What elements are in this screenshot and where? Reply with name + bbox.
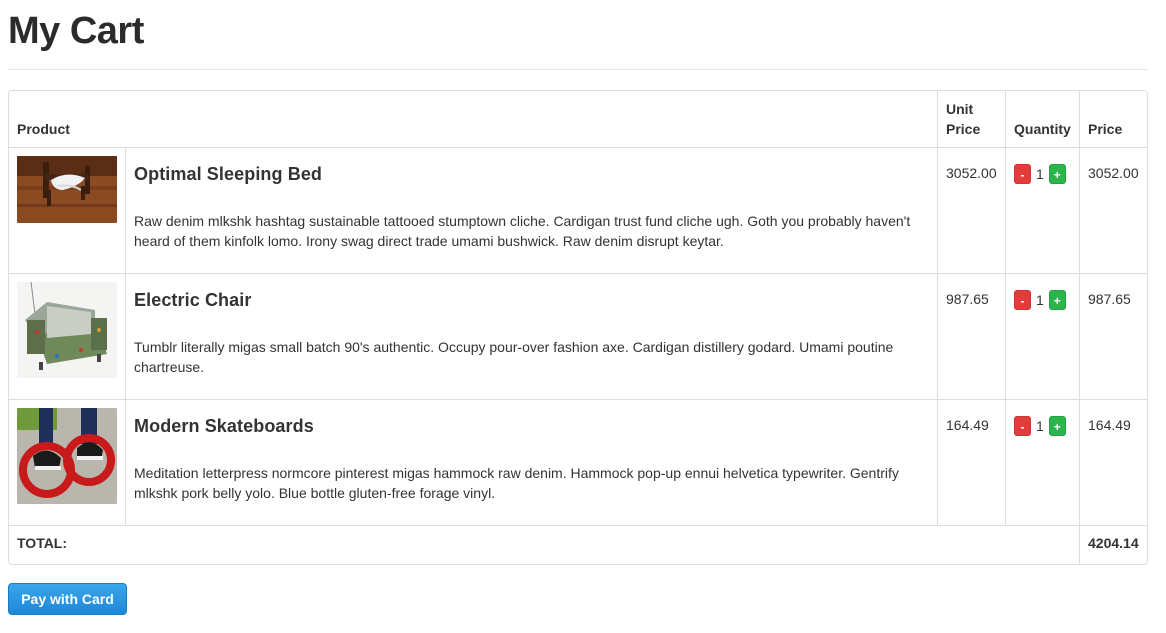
unit-price: 3052.00 — [946, 165, 997, 181]
total-row: TOTAL: 4204.14 — [9, 525, 1147, 564]
quantity-value: 1 — [1036, 292, 1044, 308]
header-price: Price — [1079, 91, 1147, 148]
pay-with-card-button[interactable]: Pay with Card — [8, 583, 127, 615]
line-price: 987.65 — [1088, 291, 1131, 307]
unit-price-cell: 164.49 — [937, 399, 1006, 526]
product-name: Optimal Sleeping Bed — [134, 164, 323, 184]
bed-photo — [17, 156, 117, 223]
quantity-cell: - 1 + — [1005, 147, 1080, 274]
chair-photo — [17, 282, 117, 378]
price-cell: 987.65 — [1079, 273, 1147, 400]
line-price: 164.49 — [1088, 417, 1131, 433]
header-product: Product — [17, 121, 70, 137]
total-value: 4204.14 — [1079, 525, 1147, 564]
unit-price: 987.65 — [946, 291, 989, 307]
page-title: My Cart — [8, 10, 144, 52]
quantity-stepper: - 1 + — [1014, 156, 1071, 184]
product-name: Electric Chair — [134, 290, 252, 310]
quantity-cell: - 1 + — [1005, 399, 1080, 526]
product-info-cell: Modern Skateboards Meditation letterpres… — [125, 399, 938, 526]
total-label: TOTAL: — [9, 525, 1080, 564]
increment-button[interactable]: + — [1048, 164, 1066, 184]
decrement-button[interactable]: - — [1014, 290, 1031, 310]
table-header-row: Product Unit Price Quantity Price — [9, 91, 1147, 148]
product-image-cell — [9, 273, 126, 400]
skates-photo — [17, 408, 117, 504]
table-row: Electric Chair Tumblr literally migas sm… — [9, 273, 1147, 400]
product-image-cell — [9, 399, 126, 526]
table-row: Optimal Sleeping Bed Raw denim mlkshk ha… — [9, 147, 1147, 274]
title-divider — [8, 69, 1148, 70]
decrement-button[interactable]: - — [1014, 164, 1031, 184]
increment-button[interactable]: + — [1048, 416, 1066, 436]
product-info-cell: Electric Chair Tumblr literally migas sm… — [125, 273, 938, 400]
price-cell: 3052.00 — [1079, 147, 1147, 274]
product-name: Modern Skateboards — [134, 416, 314, 436]
table-row: Modern Skateboards Meditation letterpres… — [9, 399, 1147, 526]
line-price: 3052.00 — [1088, 165, 1139, 181]
decrement-button[interactable]: - — [1014, 416, 1031, 436]
product-image-cell — [9, 147, 126, 274]
quantity-value: 1 — [1036, 166, 1044, 182]
quantity-value: 1 — [1036, 418, 1044, 434]
header-unit-price: Unit Price — [937, 91, 1006, 148]
product-description: Tumblr literally migas small batch 90's … — [134, 339, 894, 375]
quantity-stepper: - 1 + — [1014, 282, 1071, 310]
unit-price: 164.49 — [946, 417, 989, 433]
unit-price-cell: 3052.00 — [937, 147, 1006, 274]
increment-button[interactable]: + — [1048, 290, 1066, 310]
product-description: Raw denim mlkshk hashtag sustainable tat… — [134, 213, 911, 249]
unit-price-cell: 987.65 — [937, 273, 1006, 400]
product-description: Meditation letterpress normcore pinteres… — [134, 465, 899, 501]
quantity-stepper: - 1 + — [1014, 408, 1071, 436]
cart-table: Product Unit Price Quantity Price Optima… — [8, 90, 1148, 565]
header-quantity: Quantity — [1005, 91, 1080, 148]
price-cell: 164.49 — [1079, 399, 1147, 526]
quantity-cell: - 1 + — [1005, 273, 1080, 400]
product-info-cell: Optimal Sleeping Bed Raw denim mlkshk ha… — [125, 147, 938, 274]
